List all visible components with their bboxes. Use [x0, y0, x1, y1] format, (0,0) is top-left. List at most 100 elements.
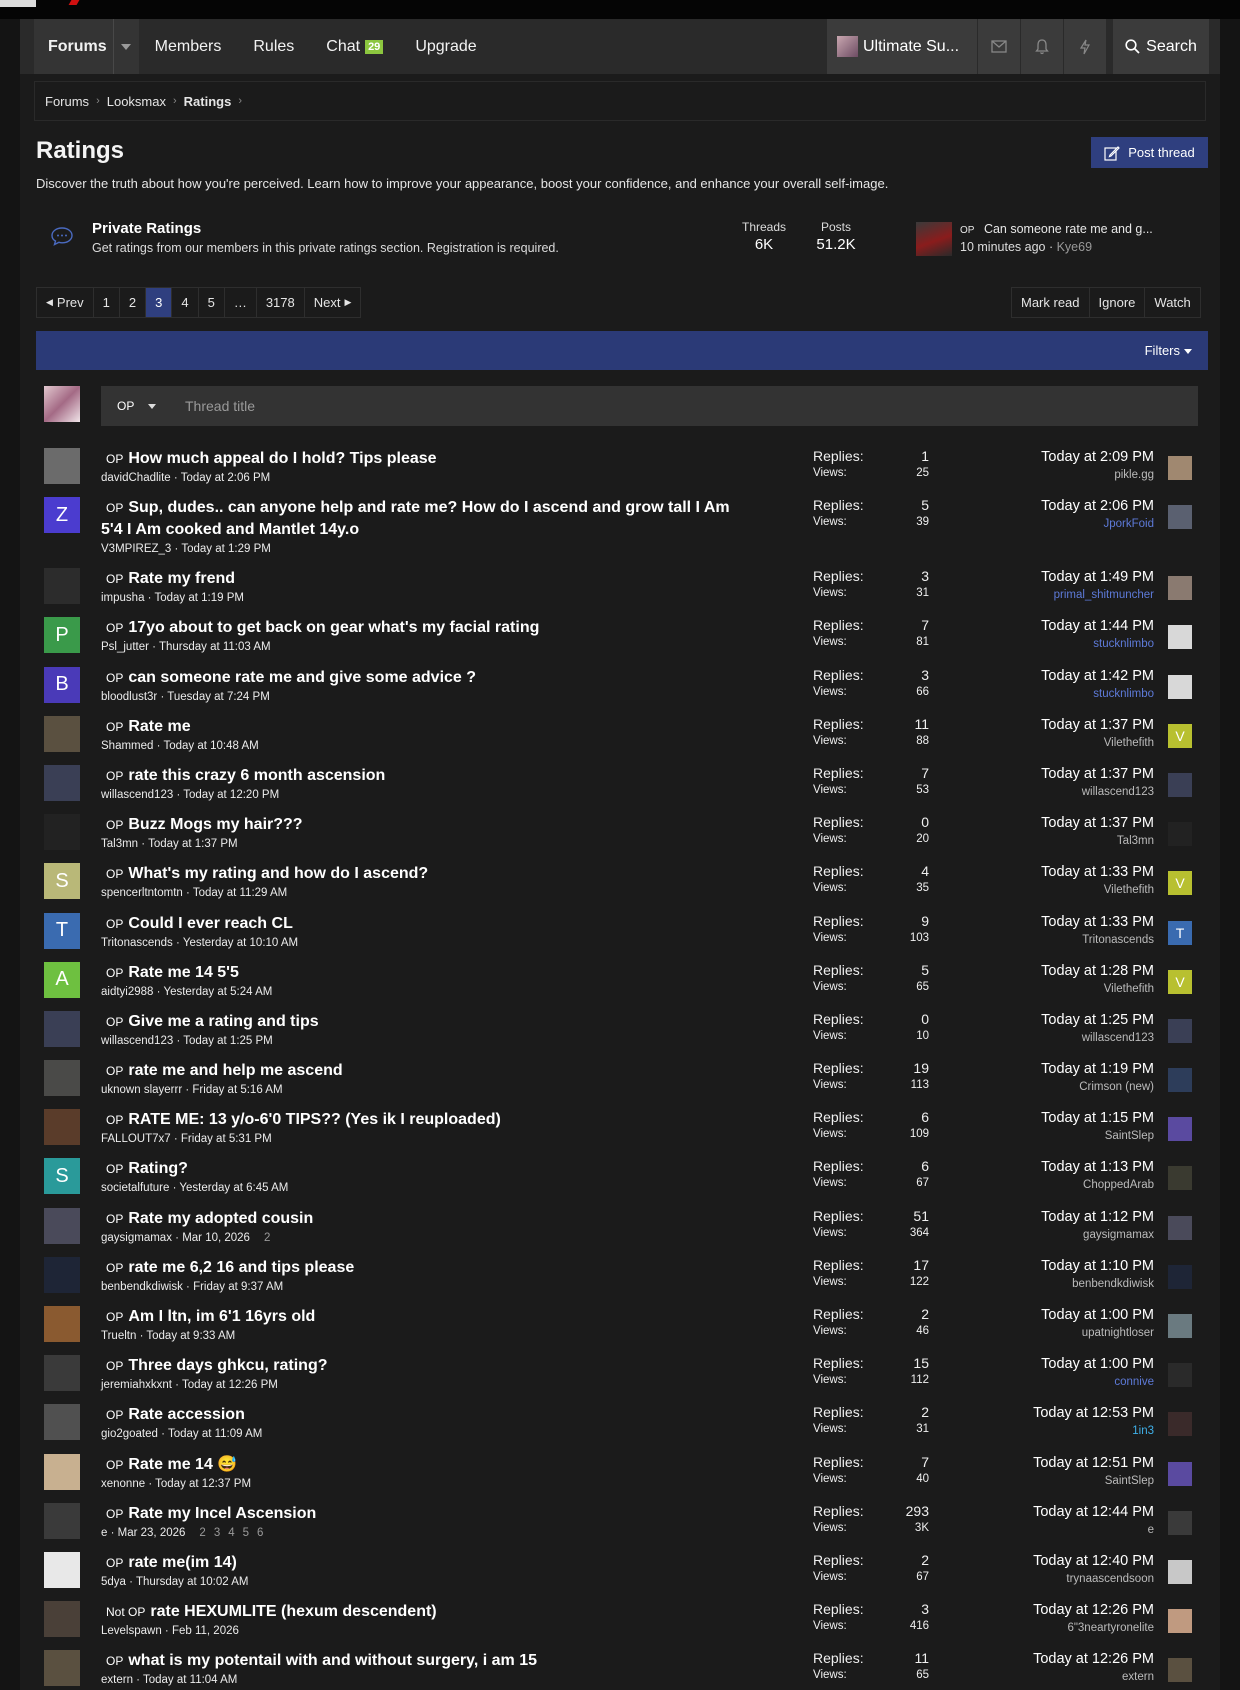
thread-title-link[interactable]: Rate my adopted cousin: [128, 1210, 313, 1227]
avatar[interactable]: [1168, 1314, 1192, 1338]
last-post-user[interactable]: ChoppedArab: [1041, 1179, 1154, 1191]
thread-prefix[interactable]: OP: [106, 452, 123, 466]
thread-prefix[interactable]: OP: [106, 572, 123, 586]
thread-prefix[interactable]: OP: [106, 1310, 123, 1324]
last-post-time[interactable]: Today at 1:49 PM: [1041, 569, 1154, 585]
thread-title-link[interactable]: Rate me 14 😅: [128, 1456, 237, 1473]
last-post-time[interactable]: Today at 1:33 PM: [1041, 864, 1154, 880]
thread-author[interactable]: Psl_jutter: [101, 641, 149, 653]
last-post-time[interactable]: Today at 12:53 PM: [1033, 1405, 1154, 1421]
thread-page-link[interactable]: 4: [228, 1527, 234, 1539]
last-post-time[interactable]: Today at 12:26 PM: [1033, 1602, 1154, 1618]
thread-prefix[interactable]: OP: [106, 671, 123, 685]
avatar[interactable]: [1168, 1018, 1192, 1043]
thread-author[interactable]: Tritonascends: [101, 937, 173, 949]
thread-author[interactable]: V3MPIREZ_3: [101, 543, 171, 555]
avatar[interactable]: [1168, 772, 1192, 797]
latest-post-thumbnail[interactable]: [916, 222, 952, 256]
thread-row[interactable]: OP rate me and help me ascend uknown slaye…: [36, 1054, 1208, 1103]
thread-row[interactable]: OP Rate accession gio2goated · Today at 11…: [36, 1398, 1208, 1447]
thread-row[interactable]: OP rate me 6,2 16 and tips please benbendk…: [36, 1251, 1208, 1300]
last-post-time[interactable]: Today at 1:37 PM: [1041, 815, 1154, 831]
thread-title-link[interactable]: How much appeal do I hold? Tips please: [128, 450, 436, 467]
page-4[interactable]: 4: [171, 288, 197, 317]
thread-title-link[interactable]: rate HEXUMLITE (hexum descendent): [150, 1603, 436, 1620]
avatar[interactable]: [1168, 1412, 1192, 1437]
avatar[interactable]: [44, 1502, 80, 1539]
last-post-user[interactable]: 6"3neartyronelite: [1033, 1622, 1154, 1634]
thread-title-link[interactable]: what is my potentail with and without su…: [128, 1652, 537, 1669]
mark-read-button[interactable]: Mark read: [1012, 288, 1089, 317]
thread-row[interactable]: S OP Rating? societalfuture · Yesterday at …: [36, 1152, 1208, 1201]
last-post-time[interactable]: Today at 2:09 PM: [1041, 449, 1154, 465]
last-post-time[interactable]: Today at 12:44 PM: [1033, 1504, 1154, 1520]
last-post-time[interactable]: Today at 1:28 PM: [1041, 963, 1154, 979]
breadcrumb-looksmax[interactable]: Looksmax: [107, 94, 166, 109]
last-post-user[interactable]: stucknlimbo: [1041, 638, 1154, 650]
avatar[interactable]: S: [44, 1158, 80, 1195]
whats-new-button[interactable]: [1063, 19, 1106, 74]
thread-prefix[interactable]: OP: [106, 1556, 123, 1570]
thread-title-link[interactable]: Rate me: [128, 718, 190, 735]
latest-user[interactable]: Kye69: [1057, 240, 1092, 254]
thread-title-link[interactable]: Am I ltn, im 6'1 16yrs old: [128, 1308, 315, 1325]
thread-row[interactable]: T OP Could I ever reach CL Tritonascends · …: [36, 907, 1208, 956]
thread-author[interactable]: uknown slayerrr: [101, 1084, 182, 1096]
last-post-user[interactable]: connive: [1041, 1376, 1154, 1388]
thread-author[interactable]: impusha: [101, 592, 144, 604]
ignore-button[interactable]: Ignore: [1088, 288, 1145, 317]
avatar[interactable]: [1168, 456, 1192, 480]
breadcrumb-forums[interactable]: Forums: [45, 94, 89, 109]
last-post-user[interactable]: willascend123: [1041, 1032, 1154, 1044]
thread-row[interactable]: B OP can someone rate me and give some adv…: [36, 661, 1208, 710]
thread-title-link[interactable]: Buzz Mogs my hair???: [128, 816, 302, 833]
thread-title-link[interactable]: Rate my Incel Ascension: [128, 1505, 316, 1522]
last-post-time[interactable]: Today at 2:06 PM: [1041, 498, 1154, 514]
thread-title-input[interactable]: Thread title: [185, 398, 255, 414]
tab-upgrade[interactable]: Upgrade: [399, 19, 492, 74]
thread-row[interactable]: OP Three days ghkcu, rating? jeremiahxkxnt…: [36, 1349, 1208, 1398]
thread-author[interactable]: e: [101, 1527, 107, 1539]
page-3-current[interactable]: 3: [145, 288, 172, 317]
thread-prefix[interactable]: OP: [106, 1162, 123, 1176]
avatar[interactable]: [1168, 1510, 1192, 1535]
thread-row[interactable]: OP what is my potentail with and without …: [36, 1644, 1208, 1690]
avatar[interactable]: V: [1168, 723, 1192, 748]
last-post-time[interactable]: Today at 1:42 PM: [1041, 668, 1154, 684]
avatar[interactable]: S: [44, 863, 80, 900]
last-post-time[interactable]: Today at 1:33 PM: [1041, 914, 1154, 930]
page-2[interactable]: 2: [118, 288, 145, 317]
last-post-user[interactable]: stucknlimbo: [1041, 688, 1154, 700]
thread-row[interactable]: OP rate me(im 14) 5dya · Thursday at 10:02…: [36, 1546, 1208, 1595]
last-post-user[interactable]: trynaascendsoon: [1033, 1573, 1154, 1585]
thread-title-link[interactable]: Rate my frend: [128, 570, 235, 587]
avatar[interactable]: A: [44, 961, 80, 998]
avatar[interactable]: [44, 1453, 80, 1490]
thread-title-link[interactable]: Could I ever reach CL: [128, 915, 293, 932]
avatar[interactable]: [44, 1355, 80, 1392]
avatar[interactable]: [1168, 674, 1192, 699]
last-post-user[interactable]: upatnightloser: [1041, 1327, 1154, 1339]
avatar[interactable]: V: [1168, 871, 1192, 896]
last-post-time[interactable]: Today at 1:12 PM: [1041, 1209, 1154, 1225]
avatar[interactable]: V: [1168, 969, 1192, 994]
thread-author[interactable]: willascend123: [101, 789, 173, 801]
thread-author[interactable]: aidtyi2988: [101, 986, 153, 998]
watch-button[interactable]: Watch: [1144, 288, 1199, 317]
thread-row[interactable]: OP Rate my Incel Ascension e · Mar 23, 202…: [36, 1497, 1208, 1546]
thread-prefix[interactable]: OP: [106, 501, 123, 515]
thread-row[interactable]: Z OP Sup, dudes.. can anyone help and rate…: [36, 491, 1208, 562]
thread-title-link[interactable]: Rating?: [128, 1160, 188, 1177]
thread-prefix[interactable]: OP: [106, 1458, 123, 1472]
page-jump-ellipsis[interactable]: …: [223, 288, 256, 317]
avatar[interactable]: [44, 1306, 80, 1342]
last-post-time[interactable]: Today at 1:37 PM: [1041, 717, 1154, 733]
last-post-user[interactable]: Crimson (new): [1041, 1081, 1154, 1093]
thread-row[interactable]: OP Rate me Shammed · Today at 10:48 AM Repl…: [36, 710, 1208, 759]
avatar[interactable]: Z: [44, 497, 80, 534]
thread-title-link[interactable]: RATE ME: 13 y/o-6'0 TIPS?? (Yes ik I reu…: [128, 1111, 500, 1128]
last-post-time[interactable]: Today at 12:26 PM: [1033, 1651, 1154, 1667]
thread-row[interactable]: OP rate this crazy 6 month ascension willa…: [36, 759, 1208, 808]
thread-author[interactable]: bloodlust3r: [101, 691, 157, 703]
thread-row[interactable]: OP Rate my adopted cousin gaysigmamax · Ma…: [36, 1202, 1208, 1251]
